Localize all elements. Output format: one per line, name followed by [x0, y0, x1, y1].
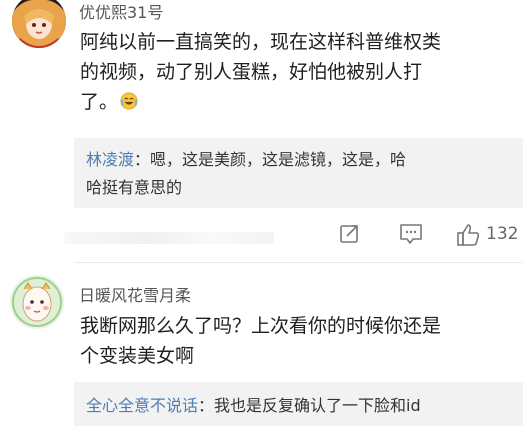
avatar[interactable] — [10, 275, 64, 329]
reply-text: ：我也是反复确认了一下脸和id — [198, 396, 421, 415]
comment-text-line: 的视频，动了别人蛋糕，好怕他被别人打 — [80, 61, 423, 83]
avatar[interactable] — [12, 0, 66, 48]
comment-feed: 优优熙31号 阿纯以前一直搞笑的，现在这样科普维权类 的视频，动了别人蛋糕，好怕… — [0, 0, 523, 426]
comment-text-line: 阿纯以前一直搞笑的，现在这样科普维权类 — [80, 31, 442, 53]
comment-text-line-end: 了。 — [80, 91, 119, 113]
avatar-anime-girl-icon — [12, 0, 66, 48]
comment-icon[interactable] — [398, 222, 424, 246]
comment-text-line: 了。 — [80, 87, 520, 117]
comment-actions: 132 — [330, 220, 523, 250]
share-icon[interactable] — [338, 222, 362, 246]
avatar-cartoon-icon — [10, 275, 64, 329]
reply-preview[interactable]: 全心全意不说话：我也是反复确认了一下脸和id — [74, 382, 523, 426]
comment-username[interactable]: 优优熙31号 — [79, 0, 163, 23]
like-thumb-icon[interactable] — [456, 222, 482, 248]
cry-laugh-emoji-icon — [120, 92, 138, 110]
divider — [74, 262, 523, 263]
reply-preview[interactable]: 林凌渡：嗯，这是美颜，这是滤镜，这是，哈 哈挺有意思的 — [74, 138, 523, 208]
blurred-content — [64, 232, 274, 244]
reply-text: ：嗯，这是美颜，这是滤镜，这是，哈 — [134, 150, 407, 169]
comment-text: 阿纯以前一直搞笑的，现在这样科普维权类 的视频，动了别人蛋糕，好怕他被别人打 了… — [80, 27, 520, 117]
reply-text: 哈挺有意思的 — [86, 178, 183, 197]
comment-text-line: 个变装美女啊 — [80, 345, 195, 367]
comment-username[interactable]: 日暖风花雪月柔 — [79, 282, 191, 306]
reply-username[interactable]: 林凌渡 — [86, 150, 134, 169]
comment-text-line: 我断网那么久了吗？上次看你的时候你还是 — [80, 315, 442, 337]
reply-username[interactable]: 全心全意不说话 — [86, 396, 198, 415]
like-count: 132 — [486, 224, 519, 244]
comment-text: 我断网那么久了吗？上次看你的时候你还是 个变装美女啊 — [80, 311, 520, 371]
